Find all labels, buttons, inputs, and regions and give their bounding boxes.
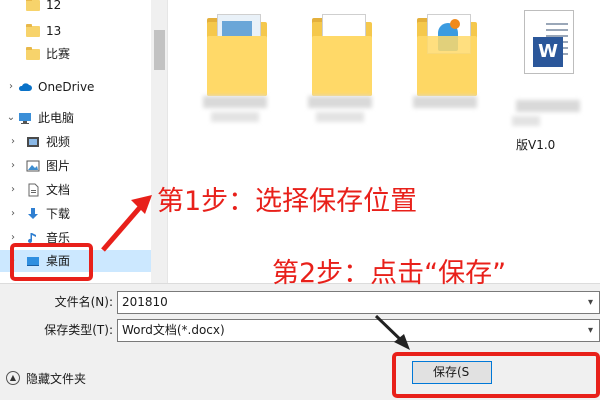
arrow-line (101, 203, 144, 252)
step2-annotation: 第2步：点击“保存” (272, 258, 507, 289)
step1-annotation: 第1步：选择保存位置 (157, 186, 418, 217)
